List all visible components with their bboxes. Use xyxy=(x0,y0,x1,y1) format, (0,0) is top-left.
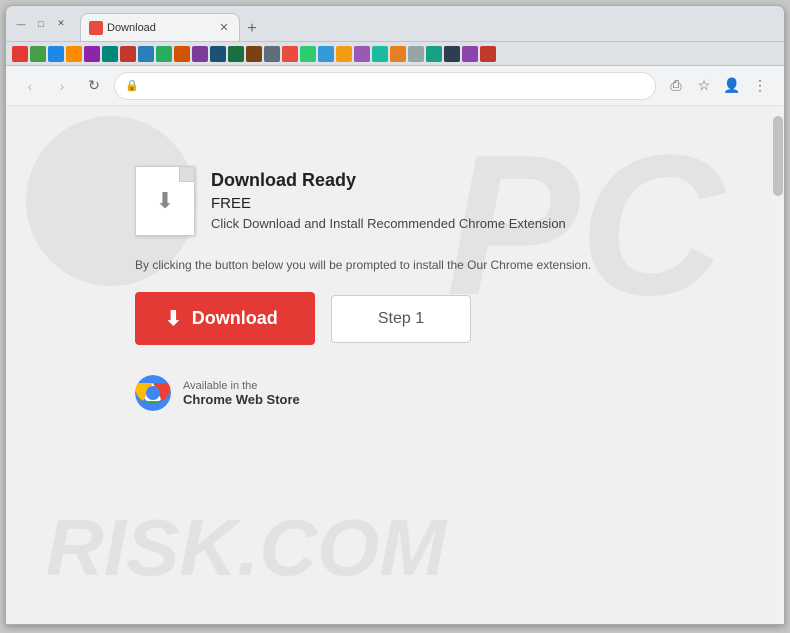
file-icon: ⬇ xyxy=(135,166,195,236)
file-icon-symbol: ⬇ xyxy=(156,188,174,214)
download-button[interactable]: ⬇ Download xyxy=(135,292,315,345)
profile-button[interactable]: 👤 xyxy=(720,74,744,98)
download-icon: ⬇ xyxy=(165,306,182,331)
scrollbar-track xyxy=(772,106,784,624)
tab-title: Download xyxy=(107,22,213,34)
address-actions: ⎙ ☆ 👤 ⋮ xyxy=(664,74,772,98)
ext-icon-16[interactable] xyxy=(282,46,298,62)
ext-icon-24[interactable] xyxy=(426,46,442,62)
ext-icon-9[interactable] xyxy=(156,46,172,62)
chrome-logo xyxy=(135,375,171,411)
title-bar: — □ ✕ Download ✕ + xyxy=(6,6,784,42)
ext-icon-27[interactable] xyxy=(480,46,496,62)
step-button[interactable]: Step 1 xyxy=(331,295,471,343)
chrome-web-store-badge: Available in the Chrome Web Store xyxy=(135,375,655,411)
ext-icon-3[interactable] xyxy=(48,46,64,62)
toolbar-icons-row xyxy=(6,42,784,66)
file-info-row: ⬇ Download Ready FREE Click Download and… xyxy=(135,166,655,236)
close-button[interactable]: ✕ xyxy=(54,17,68,31)
ext-icon-11[interactable] xyxy=(192,46,208,62)
tab-favicon xyxy=(89,21,103,35)
description-text: By clicking the button below you will be… xyxy=(135,256,655,274)
bookmark-button[interactable]: ☆ xyxy=(692,74,716,98)
ext-icon-19[interactable] xyxy=(336,46,352,62)
download-button-label: Download xyxy=(192,308,278,329)
cws-available-text: Available in the xyxy=(183,380,300,392)
cws-text: Available in the Chrome Web Store xyxy=(183,380,300,407)
ext-icon-13[interactable] xyxy=(228,46,244,62)
ext-icon-7[interactable] xyxy=(120,46,136,62)
new-tab-button[interactable]: + xyxy=(240,17,264,41)
window-controls: — □ ✕ xyxy=(14,17,68,31)
ext-icon-21[interactable] xyxy=(372,46,388,62)
watermark-risk: RISK.COM xyxy=(46,502,446,594)
ext-icon-12[interactable] xyxy=(210,46,226,62)
ext-icon-6[interactable] xyxy=(102,46,118,62)
share-button[interactable]: ⎙ xyxy=(664,74,688,98)
file-free-label: FREE xyxy=(211,195,566,212)
ext-icon-25[interactable] xyxy=(444,46,460,62)
file-details: Download Ready FREE Click Download and I… xyxy=(211,166,566,231)
forward-button[interactable]: › xyxy=(50,74,74,98)
buttons-row: ⬇ Download Step 1 xyxy=(135,292,655,345)
ext-icon-8[interactable] xyxy=(138,46,154,62)
menu-button[interactable]: ⋮ xyxy=(748,74,772,98)
ext-icon-18[interactable] xyxy=(318,46,334,62)
ext-icon-5[interactable] xyxy=(84,46,100,62)
file-description: Click Download and Install Recommended C… xyxy=(211,216,566,231)
address-bar: ‹ › ↻ 🔒 ⎙ ☆ 👤 ⋮ xyxy=(6,66,784,106)
ext-icon-22[interactable] xyxy=(390,46,406,62)
lock-icon: 🔒 xyxy=(125,79,139,92)
cws-name-text: Chrome Web Store xyxy=(183,392,300,407)
ext-icon-10[interactable] xyxy=(174,46,190,62)
maximize-button[interactable]: □ xyxy=(34,17,48,31)
reload-button[interactable]: ↻ xyxy=(82,74,106,98)
step-button-label: Step 1 xyxy=(378,310,424,327)
content-card: ⬇ Download Ready FREE Click Download and… xyxy=(105,146,685,441)
tab-close-button[interactable]: ✕ xyxy=(217,21,231,35)
url-bar[interactable]: 🔒 xyxy=(114,72,656,100)
browser-window: — □ ✕ Download ✕ + xyxy=(5,5,785,625)
active-tab[interactable]: Download ✕ xyxy=(80,13,240,41)
ext-icon-15[interactable] xyxy=(264,46,280,62)
ext-icon-1[interactable] xyxy=(12,46,28,62)
scrollbar-thumb[interactable] xyxy=(773,116,783,196)
tabs-area: Download ✕ + xyxy=(80,6,776,41)
ext-icon-2[interactable] xyxy=(30,46,46,62)
page-content: PC RISK.COM ⬇ Download Ready FREE Click … xyxy=(6,106,784,624)
ext-icon-14[interactable] xyxy=(246,46,262,62)
file-title: Download Ready xyxy=(211,170,566,191)
ext-icon-4[interactable] xyxy=(66,46,82,62)
ext-icon-26[interactable] xyxy=(462,46,478,62)
ext-icon-20[interactable] xyxy=(354,46,370,62)
minimize-button[interactable]: — xyxy=(14,17,28,31)
back-button[interactable]: ‹ xyxy=(18,74,42,98)
ext-icon-23[interactable] xyxy=(408,46,424,62)
ext-icon-17[interactable] xyxy=(300,46,316,62)
